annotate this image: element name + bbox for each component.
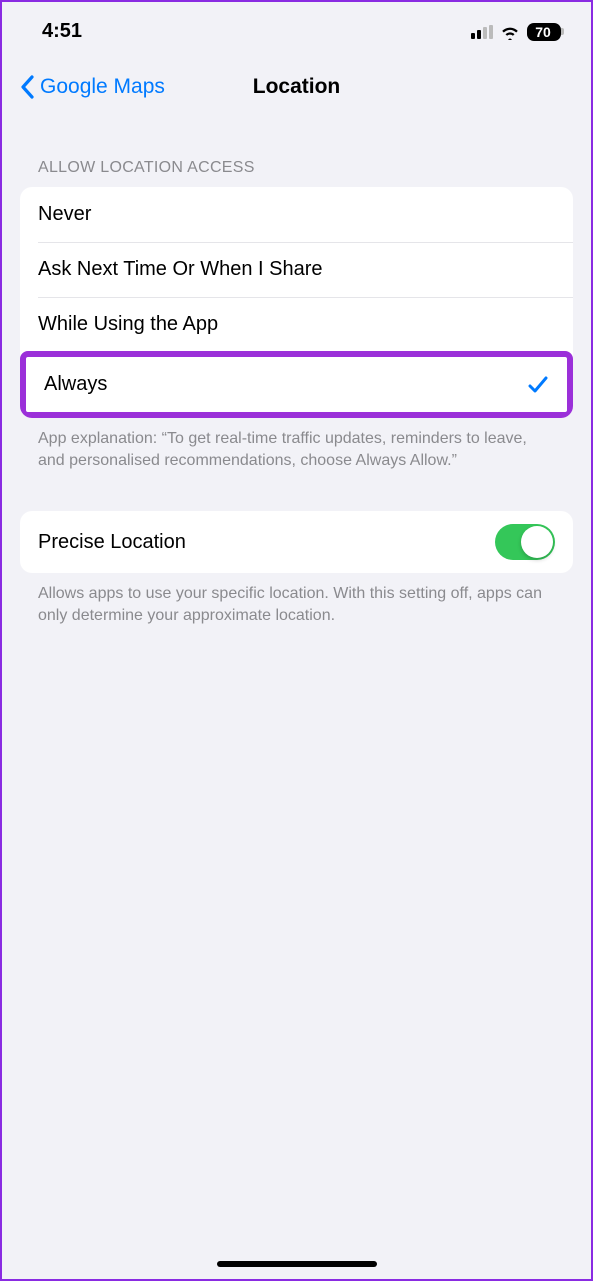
option-label: Ask Next Time Or When I Share xyxy=(38,258,323,281)
page-title: Location xyxy=(253,75,341,99)
checkmark-icon xyxy=(527,374,549,396)
option-label: Never xyxy=(38,203,91,226)
section-footer-precise: Allows apps to use your specific locatio… xyxy=(20,573,573,626)
option-ask-next-time[interactable]: Ask Next Time Or When I Share xyxy=(20,242,573,297)
chevron-left-icon xyxy=(20,75,36,99)
battery-level: 70 xyxy=(535,24,551,40)
back-label: Google Maps xyxy=(40,75,165,99)
option-while-using[interactable]: While Using the App xyxy=(20,297,573,352)
home-indicator[interactable] xyxy=(217,1261,377,1267)
precise-location-group: Precise Location xyxy=(20,511,573,573)
battery-indicator: 70 xyxy=(527,23,561,41)
precise-location-row: Precise Location xyxy=(20,511,573,573)
precise-location-label: Precise Location xyxy=(38,531,186,554)
status-right: 70 xyxy=(471,23,561,41)
precise-location-toggle[interactable] xyxy=(495,524,555,560)
back-button[interactable]: Google Maps xyxy=(20,75,165,99)
option-label: While Using the App xyxy=(38,313,218,336)
section-header-location-access: ALLOW LOCATION ACCESS xyxy=(20,111,573,187)
switch-knob xyxy=(521,526,553,558)
section-footer-explanation: App explanation: “To get real-time traff… xyxy=(20,418,573,471)
cellular-signal-icon xyxy=(471,25,493,39)
option-label: Always xyxy=(44,373,107,396)
option-always[interactable]: Always xyxy=(20,351,573,418)
option-never[interactable]: Never xyxy=(20,187,573,242)
nav-header: Google Maps Location xyxy=(2,53,591,111)
status-bar: 4:51 70 xyxy=(2,2,591,53)
wifi-icon xyxy=(500,24,520,40)
status-time: 4:51 xyxy=(42,20,82,43)
location-access-options: Never Ask Next Time Or When I Share Whil… xyxy=(20,187,573,418)
